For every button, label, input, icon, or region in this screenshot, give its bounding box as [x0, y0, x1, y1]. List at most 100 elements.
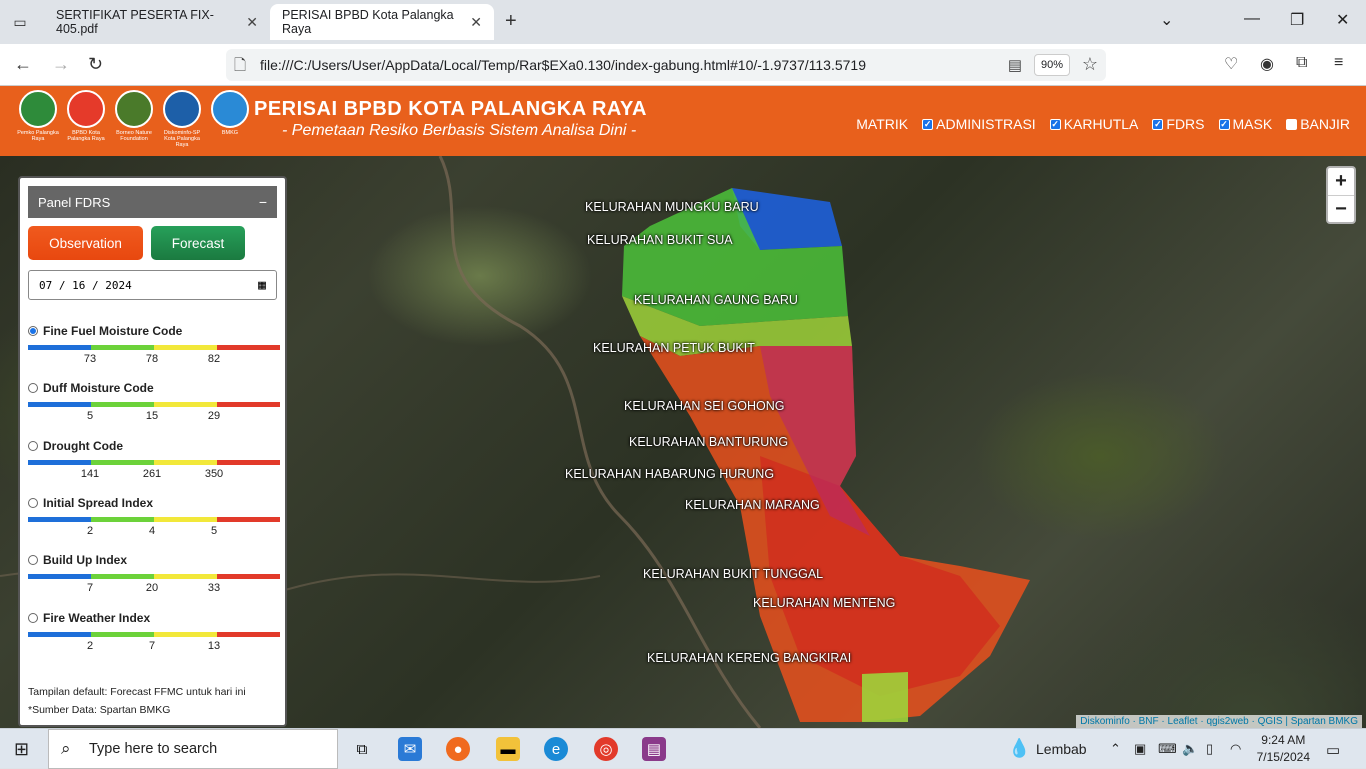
reader-view-icon[interactable]: ▤ — [1008, 56, 1022, 74]
scale-tick-label: 78 — [145, 353, 159, 365]
fdrs-panel: Panel FDRS − Observation Forecast 07 / 1… — [18, 176, 287, 727]
extensions-icon[interactable]: ⧉ — [1296, 54, 1307, 72]
scale-ticks: 73 78 82 — [28, 350, 280, 365]
edge-icon[interactable]: e — [544, 737, 568, 761]
weather-status[interactable]: Lembab — [1036, 741, 1087, 757]
app-subtitle: - Pemetaan Resiko Berbasis Sistem Analis… — [282, 122, 637, 139]
scale-tick-label: 350 — [204, 467, 224, 480]
menu-matrik[interactable]: MATRIK — [856, 116, 908, 132]
toggle-label: MASK — [1232, 116, 1273, 132]
scale-tick-label: 29 — [207, 410, 221, 423]
menu-icon[interactable]: ≡ — [1334, 54, 1343, 72]
date-input[interactable]: 07 / 16 / 2024 ▦ — [28, 270, 277, 300]
logo-bmkg: BMKG — [208, 90, 252, 148]
bookmark-star-icon[interactable]: ☆ — [1082, 54, 1098, 75]
windows-start-icon[interactable]: ⊞ — [14, 739, 29, 760]
checkbox-icon[interactable]: ✓ — [1218, 118, 1230, 130]
window-close-icon[interactable]: ✕ — [1336, 10, 1349, 30]
zoom-level[interactable]: 90% — [1033, 54, 1070, 76]
toggle-mask[interactable]: ✓ MASK — [1218, 116, 1273, 132]
radio-icon[interactable] — [28, 497, 38, 508]
firefox-icon[interactable]: ● — [446, 737, 470, 761]
tab-list-icon[interactable]: ▭ — [8, 10, 32, 34]
browser-tab-strip: ▭ SERTIFIKAT PESERTA FIX-405.pdf ✕ PERIS… — [0, 0, 1366, 44]
notification-icon[interactable]: ▭ — [1326, 741, 1340, 759]
chrome-icon[interactable]: ◎ — [594, 737, 618, 761]
scale-tick-label: 5 — [86, 410, 94, 423]
map-attribution[interactable]: Diskominfo · BNF · Leaflet · qgis2web · … — [1076, 715, 1362, 728]
back-icon[interactable]: ← — [14, 54, 32, 75]
radio-icon[interactable] — [28, 383, 38, 394]
radio-icon[interactable] — [28, 440, 38, 451]
zoom-in-button[interactable]: + — [1328, 168, 1354, 195]
index-title[interactable]: Duff Moisture Code — [28, 381, 280, 395]
observation-button[interactable]: Observation — [28, 226, 143, 260]
scale-tick-label: 82 — [207, 353, 221, 365]
new-tab-icon[interactable]: + — [505, 10, 517, 33]
keyboard-icon[interactable]: ⌨ — [1158, 741, 1177, 757]
toggle-label: ADMINISTRASI — [936, 116, 1036, 132]
tray-app-icon[interactable]: ▣ — [1134, 741, 1146, 757]
checkbox-icon[interactable] — [1286, 118, 1298, 130]
toggle-karhutla[interactable]: ✓ KARHUTLA — [1049, 116, 1139, 132]
toggle-fdrs[interactable]: ✓ FDRS — [1152, 116, 1205, 132]
kelurahan-label: KELURAHAN MENTENG — [753, 596, 896, 610]
battery-icon[interactable]: ▯ — [1206, 741, 1213, 757]
forward-icon[interactable]: → — [52, 54, 70, 75]
tray-chevron-icon[interactable]: ⌃ — [1110, 741, 1121, 757]
close-icon[interactable]: ✕ — [246, 14, 258, 31]
index-option[interactable]: Fine Fuel Moisture Code 73 78 82 — [28, 324, 280, 365]
index-title[interactable]: Fine Fuel Moisture Code — [28, 324, 280, 338]
calendar-icon[interactable]: ▦ — [258, 278, 266, 293]
volume-icon[interactable]: 🔈 — [1182, 741, 1198, 757]
checkbox-icon[interactable]: ✓ — [922, 118, 934, 130]
scale-tick-label: 2 — [86, 639, 94, 652]
index-title[interactable]: Drought Code — [28, 439, 280, 453]
task-view-icon[interactable]: ⧉ — [350, 737, 374, 761]
zoom-control: + − — [1326, 166, 1356, 224]
wifi-icon[interactable]: ◠ — [1230, 741, 1241, 757]
tab-sertifikat[interactable]: SERTIFIKAT PESERTA FIX-405.pdf ✕ — [44, 4, 270, 40]
index-title[interactable]: Initial Spread Index — [28, 496, 280, 510]
radio-icon[interactable] — [28, 612, 38, 623]
index-option[interactable]: Build Up Index 7 20 33 — [28, 553, 280, 594]
scale-ticks: 141 261 350 — [28, 465, 280, 480]
file-explorer-icon[interactable]: ▬ — [496, 737, 520, 761]
zoom-out-button[interactable]: − — [1328, 195, 1354, 222]
restore-icon[interactable]: ❐ — [1290, 10, 1304, 30]
weather-icon[interactable]: 💧 — [1008, 738, 1030, 759]
radio-icon[interactable] — [28, 326, 38, 336]
toggle-banjir[interactable]: BANJIR — [1286, 116, 1350, 132]
index-option[interactable]: Duff Moisture Code 5 15 29 — [28, 381, 280, 423]
toggle-administrasi[interactable]: ✓ ADMINISTRASI — [922, 116, 1036, 132]
reload-icon[interactable]: ↻ — [88, 54, 103, 75]
chevron-down-icon[interactable]: ⌄ — [1160, 10, 1173, 30]
tab-perisai[interactable]: PERISAI BPBD Kota Palangka Raya ✕ — [270, 4, 494, 40]
index-option[interactable]: Fire Weather Index 2 7 13 — [28, 611, 280, 652]
index-title[interactable]: Fire Weather Index — [28, 611, 280, 625]
account-icon[interactable]: ◉ — [1260, 54, 1274, 74]
close-icon[interactable]: ✕ — [470, 14, 482, 31]
minimize-icon[interactable]: — — [1244, 10, 1260, 28]
logo-diskominfo: Diskominfo-SP Kota Palangka Raya — [160, 90, 204, 148]
kelurahan-label: KELURAHAN SEI GOHONG — [624, 399, 785, 413]
taskbar-search[interactable]: ⌕ Type here to search — [48, 729, 338, 769]
pocket-icon[interactable]: ♡ — [1224, 54, 1238, 74]
search-icon: ⌕ — [61, 739, 71, 758]
index-option[interactable]: Initial Spread Index 2 4 5 — [28, 496, 280, 537]
winrar-icon[interactable]: ▤ — [642, 737, 666, 761]
mail-icon[interactable]: ✉ — [398, 737, 422, 761]
checkbox-icon[interactable]: ✓ — [1152, 118, 1164, 130]
radio-icon[interactable] — [28, 555, 38, 566]
checkbox-icon[interactable]: ✓ — [1049, 118, 1061, 130]
clock-time: 9:24 AM — [1261, 733, 1306, 747]
index-option[interactable]: Drought Code 141 261 350 — [28, 439, 280, 480]
clock[interactable]: 9:24 AM 7/15/2024 — [1257, 732, 1310, 766]
index-title[interactable]: Build Up Index — [28, 553, 280, 567]
index-label: Fine Fuel Moisture Code — [43, 324, 183, 338]
minimize-panel-button[interactable]: − — [259, 194, 267, 210]
tab-label: PERISAI BPBD Kota Palangka Raya — [282, 8, 454, 36]
address-bar[interactable]: 🗋 file:///C:/Users/User/AppData/Local/Te… — [226, 49, 1106, 81]
toggle-label: KARHUTLA — [1063, 116, 1139, 132]
forecast-button[interactable]: Forecast — [151, 226, 245, 260]
